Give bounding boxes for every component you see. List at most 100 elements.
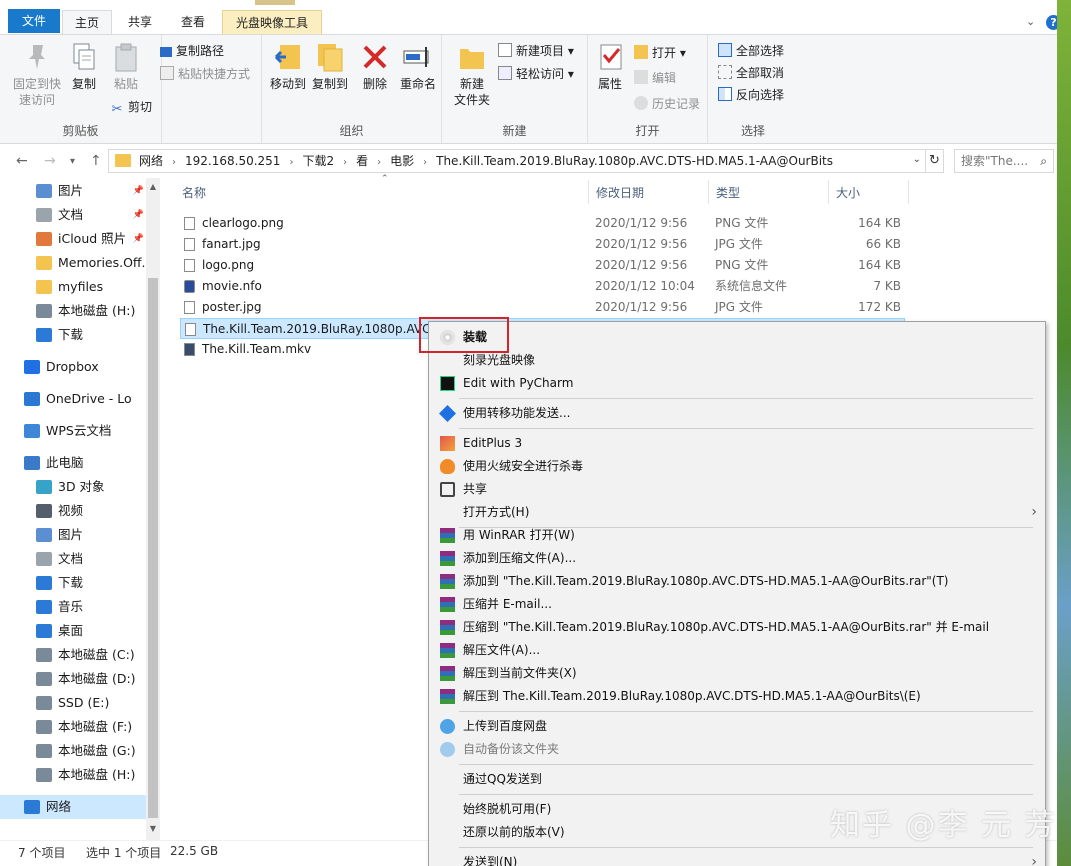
sidebar-item[interactable]: Dropbox [0, 355, 146, 379]
sidebar-item[interactable]: 下载 [0, 571, 146, 595]
sidebar-item[interactable]: 文档 📌 [0, 203, 146, 227]
forward-arrow-icon[interactable]: → [44, 153, 56, 169]
breadcrumb-item[interactable]: 192.168.50.251 [185, 154, 280, 168]
column-header-name[interactable]: 名称 [182, 184, 206, 201]
breadcrumb-separator-icon[interactable]: › [423, 157, 427, 168]
paste-button[interactable]: 粘贴 [106, 41, 146, 92]
sidebar-item[interactable]: 本地磁盘 (C:) [0, 643, 146, 667]
sidebar-item[interactable]: WPS云文档 [0, 419, 146, 443]
context-menu-item[interactable]: 解压文件(A)... [431, 639, 1043, 662]
select-all-button[interactable]: 全部选择 [718, 41, 784, 61]
edit-button[interactable]: 编辑 [634, 68, 676, 88]
sidebar-item[interactable]: 本地磁盘 (H:) [0, 299, 146, 323]
column-header-date[interactable]: 修改日期 [596, 184, 644, 201]
sidebar-item[interactable]: 3D 对象 [0, 475, 146, 499]
sidebar-item[interactable]: 文档 [0, 547, 146, 571]
context-menu-item[interactable]: 压缩并 E-mail... [431, 593, 1043, 616]
up-arrow-icon[interactable]: ↑ [90, 153, 102, 169]
context-menu-item[interactable]: 通过QQ发送到 [431, 768, 1043, 791]
sidebar-item[interactable]: 本地磁盘 (H:) [0, 763, 146, 787]
context-menu-item[interactable]: 装载 [431, 326, 1043, 349]
context-menu-item[interactable]: 上传到百度网盘 [431, 715, 1043, 738]
context-menu-item[interactable]: 打开方式(H) › [431, 501, 1043, 524]
delete-button[interactable]: 删除 [358, 41, 392, 92]
pin-quick-access-button[interactable]: 固定到快 速访问 [8, 41, 66, 108]
breadcrumb-separator-icon[interactable]: › [343, 157, 347, 168]
sidebar-item[interactable]: 下载 [0, 323, 146, 347]
sidebar-item[interactable]: 图片 📌 [0, 179, 146, 203]
context-menu-item[interactable]: 解压到 The.Kill.Team.2019.BluRay.1080p.AVC.… [431, 685, 1043, 708]
copy-to-button[interactable]: 复制到 [308, 41, 352, 92]
column-divider[interactable] [828, 180, 829, 204]
select-none-button[interactable]: 全部取消 [718, 63, 784, 83]
breadcrumb-item[interactable]: The.Kill.Team.2019.BluRay.1080p.AVC.DTS-… [436, 154, 833, 168]
easy-access-button[interactable]: 轻松访问 ▾ [498, 64, 574, 84]
column-header-size[interactable]: 大小 [836, 184, 860, 201]
context-menu-item[interactable]: 发送到(N) › [431, 851, 1043, 866]
tab-home[interactable]: 主页 [62, 10, 112, 34]
sidebar-item[interactable]: 图片 [0, 523, 146, 547]
column-divider[interactable] [588, 180, 589, 204]
column-divider[interactable] [708, 180, 709, 204]
recent-locations-icon[interactable]: ▾ [70, 156, 75, 167]
search-input[interactable]: 搜索"The.... ⌕ [954, 149, 1054, 173]
tab-share[interactable]: 共享 [114, 10, 166, 34]
tab-disk-image-tools[interactable]: 光盘映像工具 [222, 10, 322, 34]
scrollbar-thumb[interactable] [148, 278, 158, 818]
breadcrumb-separator-icon[interactable]: › [289, 157, 293, 168]
tab-file[interactable]: 文件 [8, 9, 60, 33]
context-menu-item[interactable]: 解压到当前文件夹(X) [431, 662, 1043, 685]
context-menu-item[interactable]: 共享 [431, 478, 1043, 501]
sidebar-item[interactable]: OneDrive - Lo [0, 387, 146, 411]
properties-button[interactable]: 属性 [592, 41, 628, 92]
file-row[interactable]: poster.jpg 2020/1/12 9:56 JPG 文件 172 KB [180, 297, 905, 318]
copy-button[interactable]: 复制 [66, 41, 102, 92]
sidebar-item[interactable]: 本地磁盘 (D:) [0, 667, 146, 691]
move-to-button[interactable]: 移动到 [266, 41, 310, 92]
context-menu-item[interactable]: 使用转移功能发送... [431, 402, 1043, 425]
sidebar-item[interactable]: iCloud 照片 📌 [0, 227, 146, 251]
breadcrumb-separator-icon[interactable]: › [172, 157, 176, 168]
context-menu-item[interactable]: Edit with PyCharm [431, 372, 1043, 395]
sidebar-item[interactable]: SSD (E:) [0, 691, 146, 715]
history-button[interactable]: 历史记录 [634, 94, 700, 114]
breadcrumb-item[interactable]: 下载2 [302, 154, 334, 168]
column-divider[interactable] [908, 180, 909, 204]
new-folder-button[interactable]: 新建 文件夹 [448, 41, 496, 108]
pin-icon[interactable]: 📌 [133, 179, 144, 203]
collapse-ribbon-icon[interactable]: ⌄ [1026, 15, 1035, 28]
file-row[interactable]: fanart.jpg 2020/1/12 9:56 JPG 文件 66 KB [180, 234, 905, 255]
sidebar-item[interactable]: 本地磁盘 (F:) [0, 715, 146, 739]
sidebar-item[interactable]: 网络 [0, 795, 146, 819]
context-menu-item[interactable]: EditPlus 3 [431, 432, 1043, 455]
sidebar-item[interactable]: myfiles [0, 275, 146, 299]
sidebar-item[interactable]: Memories.Off.I [0, 251, 146, 275]
sidebar-item[interactable]: 本地磁盘 (G:) [0, 739, 146, 763]
context-menu-item[interactable]: 压缩到 "The.Kill.Team.2019.BluRay.1080p.AVC… [431, 616, 1043, 639]
scroll-down-icon[interactable]: ▼ [146, 824, 160, 833]
invert-selection-button[interactable]: 反向选择 [718, 85, 784, 105]
context-menu-item[interactable]: 用 WinRAR 打开(W) [431, 524, 1043, 547]
breadcrumb-separator-icon[interactable]: › [377, 157, 381, 168]
breadcrumb-item[interactable]: 网络 [139, 154, 163, 168]
sidebar-item[interactable]: 音乐 [0, 595, 146, 619]
back-arrow-icon[interactable]: ← [16, 153, 28, 169]
sidebar-scrollbar[interactable]: ▲ ▼ [146, 178, 160, 840]
column-header-type[interactable]: 类型 [716, 184, 740, 201]
open-button[interactable]: 打开 ▾ [634, 43, 686, 63]
scroll-up-icon[interactable]: ▲ [146, 182, 160, 191]
context-menu-item[interactable]: 添加到 "The.Kill.Team.2019.BluRay.1080p.AVC… [431, 570, 1043, 593]
breadcrumb-item[interactable]: 看 [356, 154, 368, 168]
sidebar-item[interactable]: 视频 [0, 499, 146, 523]
breadcrumb-item[interactable]: 电影 [390, 154, 414, 168]
rename-button[interactable]: 重命名 [396, 41, 440, 92]
address-bar[interactable]: 网络 › 192.168.50.251 › 下载2 › 看 › 电影 › The.Kill.Team… [108, 149, 926, 173]
pin-icon[interactable]: 📌 [133, 203, 144, 227]
refresh-icon[interactable]: ↻ [926, 149, 944, 173]
address-dropdown-icon[interactable]: ⌄ [913, 154, 921, 165]
sidebar-item[interactable]: 桌面 [0, 619, 146, 643]
context-menu-item[interactable]: 刻录光盘映像 [431, 349, 1043, 372]
tab-view[interactable]: 查看 [168, 10, 218, 34]
file-row[interactable]: movie.nfo 2020/1/12 10:04 系统信息文件 7 KB [180, 276, 905, 297]
context-menu-item[interactable]: 使用火绒安全进行杀毒 [431, 455, 1043, 478]
